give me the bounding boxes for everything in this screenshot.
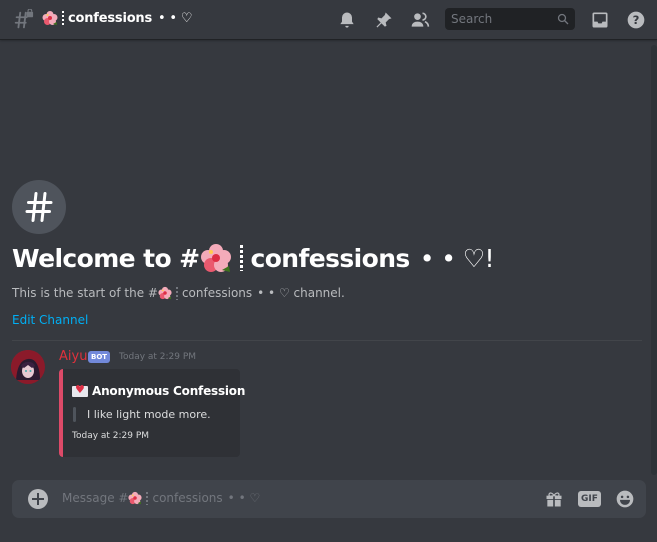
welcome-title-suffix: • • ♡!: [419, 243, 495, 273]
welcome-sub-prefix: This is the start of the #: [12, 286, 158, 300]
welcome-subtitle: This is the start of the # confessions •…: [12, 286, 345, 300]
channel-name-suffix: • • ♡: [158, 10, 193, 26]
search-icon: [557, 13, 569, 25]
message-input[interactable]: Message # confessions • • ♡: [62, 491, 260, 505]
placeholder-suffix: • • ♡: [227, 491, 261, 505]
search-input[interactable]: Search: [445, 8, 575, 30]
members-icon[interactable]: [410, 10, 430, 30]
quote-bar: [73, 407, 76, 422]
embed-footer: Today at 2:29 PM: [72, 431, 150, 441]
message-timestamp: Today at 2:29 PM: [119, 352, 197, 362]
svg-text:?: ?: [633, 13, 640, 27]
separator-icon: [239, 245, 243, 271]
avatar[interactable]: [11, 350, 45, 384]
message-author[interactable]: Aiyu: [59, 349, 87, 364]
separator-icon: [175, 286, 178, 300]
hibiscus-emoji-icon: [128, 491, 143, 505]
message-divider: [12, 340, 642, 341]
gift-icon[interactable]: [544, 489, 564, 509]
welcome-title: Welcome to # confessions • • ♡!: [12, 242, 495, 274]
embed-description: I like light mode more.: [87, 408, 211, 421]
placeholder-name: confessions: [152, 491, 223, 505]
embed-title-text: Anonymous Confession: [92, 384, 246, 398]
add-attachment-button[interactable]: [28, 489, 48, 509]
hash-icon: [25, 192, 53, 222]
placeholder-prefix: Message #: [62, 491, 129, 505]
help-icon[interactable]: ?: [626, 10, 646, 30]
bell-icon[interactable]: [337, 10, 357, 30]
channel-hash-badge: [12, 180, 66, 234]
confession-embed: Anonymous Confession I like light mode m…: [59, 369, 245, 457]
channel-title: confessions • • ♡: [42, 10, 192, 26]
bot-tag: BOT: [88, 351, 111, 363]
emoji-picker-icon[interactable]: [615, 489, 635, 509]
avatar-image: [11, 350, 45, 384]
separator-icon: [146, 491, 149, 505]
scrollbar-track[interactable]: [651, 45, 657, 475]
welcome-sub-suffix: • • ♡ channel.: [257, 286, 345, 300]
welcome-title-name: confessions: [250, 243, 411, 273]
embed-title: Anonymous Confession: [72, 383, 246, 398]
gif-button[interactable]: GIF: [578, 491, 601, 507]
edit-channel-link[interactable]: Edit Channel: [12, 313, 88, 327]
separator-icon: [62, 11, 64, 25]
hibiscus-emoji-icon: [200, 242, 232, 274]
hibiscus-emoji-icon: [42, 10, 58, 26]
welcome-sub-name: confessions: [181, 286, 253, 300]
search-placeholder: Search: [451, 12, 493, 26]
hibiscus-emoji-icon: [158, 286, 172, 300]
inbox-icon[interactable]: [590, 10, 610, 30]
locked-hash-icon: [14, 9, 34, 29]
channel-header: confessions • • ♡ Search ?: [0, 0, 657, 40]
message-composer[interactable]: Message # confessions • • ♡ GIF: [12, 480, 646, 518]
love-letter-icon: [72, 383, 88, 397]
channel-name: confessions: [68, 10, 153, 26]
welcome-title-prefix: Welcome to #: [12, 243, 200, 273]
pin-icon[interactable]: [374, 10, 394, 30]
